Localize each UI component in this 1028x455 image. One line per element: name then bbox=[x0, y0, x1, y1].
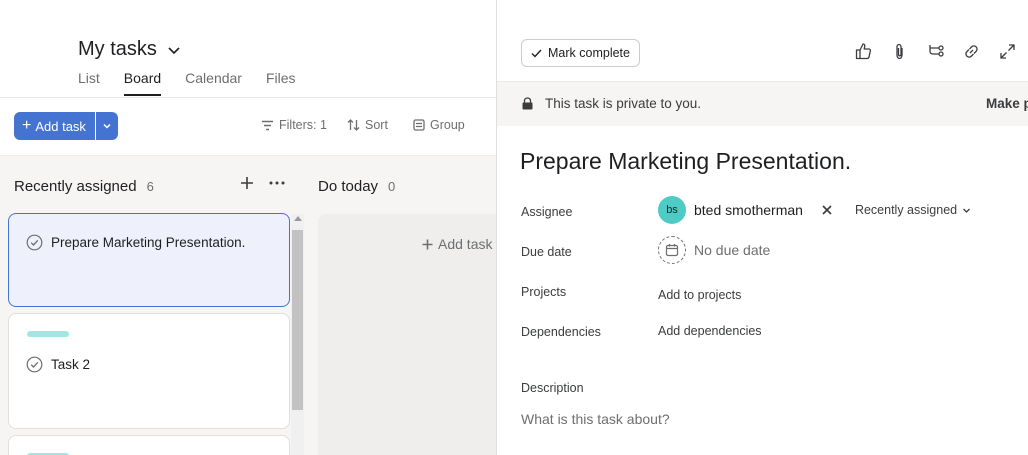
lock-icon bbox=[522, 97, 533, 110]
add-task-label: Add task bbox=[35, 118, 86, 134]
card-tag bbox=[27, 331, 69, 337]
filters-button[interactable]: Filters: 1 bbox=[261, 118, 327, 132]
column-title: Recently assigned bbox=[14, 178, 137, 195]
task-detail-pane: Mark complete This task is private to yo… bbox=[496, 0, 1028, 455]
private-notice-bar: This task is private to you. Make p bbox=[497, 82, 1028, 126]
sort-button[interactable]: Sort bbox=[347, 118, 388, 132]
column-count: 6 bbox=[146, 179, 154, 194]
due-date-label: Due date bbox=[521, 245, 572, 259]
section-dropdown-label: Recently assigned bbox=[854, 203, 958, 217]
check-circle-icon bbox=[26, 234, 43, 251]
add-task-dropdown-button[interactable] bbox=[94, 112, 118, 140]
my-tasks-pane: My tasks List Board Calendar Files + Add… bbox=[0, 0, 518, 455]
page-title: My tasks bbox=[78, 38, 157, 60]
group-button[interactable]: Group bbox=[413, 118, 465, 132]
task-card[interactable]: Task 2 bbox=[8, 313, 290, 429]
plus-icon: + bbox=[22, 117, 32, 134]
card-content: Prepare Marketing Presentation. bbox=[26, 234, 245, 251]
tab-board[interactable]: Board bbox=[123, 70, 162, 96]
app-window: My tasks List Board Calendar Files + Add… bbox=[0, 0, 1028, 455]
paperclip-icon[interactable] bbox=[890, 42, 909, 61]
mark-complete-label: Mark complete bbox=[548, 46, 630, 60]
column-actions bbox=[240, 176, 286, 195]
filters-label: Filters: 1 bbox=[279, 118, 327, 132]
remove-assignee-icon[interactable] bbox=[821, 204, 833, 216]
group-icon bbox=[413, 119, 425, 131]
dependencies-label: Dependencies bbox=[521, 325, 601, 339]
add-task-button[interactable]: + Add task bbox=[14, 112, 95, 140]
check-circle-icon bbox=[26, 356, 43, 373]
scrollbar-thumb[interactable] bbox=[292, 230, 303, 410]
description-label: Description bbox=[521, 381, 584, 395]
chevron-down-icon[interactable] bbox=[167, 43, 181, 57]
tab-list[interactable]: List bbox=[78, 70, 100, 96]
sort-label: Sort bbox=[365, 118, 388, 132]
description-input[interactable]: What is this task about? bbox=[521, 411, 670, 427]
column-count: 0 bbox=[388, 179, 396, 194]
more-options-icon[interactable] bbox=[268, 176, 286, 195]
checkmark-icon bbox=[531, 49, 542, 58]
link-icon[interactable] bbox=[962, 42, 981, 61]
sort-icon bbox=[347, 119, 360, 131]
projects-label: Projects bbox=[521, 285, 567, 299]
task-card[interactable] bbox=[8, 435, 290, 455]
private-notice-text: This task is private to you. bbox=[545, 96, 702, 111]
add-card-icon[interactable] bbox=[240, 176, 254, 195]
assignee-field[interactable]: bs bted smotherman Recently assigned bbox=[658, 196, 971, 224]
assignee-name: bted smotherman bbox=[694, 202, 803, 218]
avatar: bs bbox=[658, 196, 686, 224]
expand-icon[interactable] bbox=[998, 42, 1017, 61]
calendar-icon bbox=[658, 236, 686, 264]
card-title: Task 2 bbox=[51, 357, 91, 372]
add-task-button-group: + Add task bbox=[14, 112, 118, 140]
column-header-recently-assigned: Recently assigned 6 bbox=[14, 178, 154, 195]
add-to-projects-button[interactable]: Add to projects bbox=[658, 288, 741, 302]
scroll-up-arrow-icon[interactable] bbox=[294, 216, 302, 221]
tab-calendar[interactable]: Calendar bbox=[185, 70, 242, 96]
task-action-icons bbox=[854, 42, 1017, 61]
section-dropdown[interactable]: Recently assigned bbox=[855, 203, 971, 217]
plus-icon bbox=[422, 239, 433, 249]
thumbs-up-icon[interactable] bbox=[854, 42, 873, 61]
card-content: Task 2 bbox=[26, 356, 90, 373]
add-dependencies-button[interactable]: Add dependencies bbox=[658, 324, 762, 338]
task-title[interactable]: Prepare Marketing Presentation. bbox=[520, 148, 851, 175]
tab-files[interactable]: Files bbox=[266, 70, 296, 96]
column-title: Do today bbox=[318, 178, 379, 195]
group-label: Group bbox=[430, 118, 465, 132]
divider bbox=[0, 97, 496, 98]
view-tabs: List Board Calendar Files bbox=[78, 70, 296, 96]
card-title: Prepare Marketing Presentation. bbox=[51, 235, 246, 250]
chevron-down-icon bbox=[963, 208, 971, 213]
column-header-do-today: Do today 0 bbox=[318, 178, 395, 195]
due-date-value: No due date bbox=[694, 242, 771, 258]
subtask-icon[interactable] bbox=[926, 42, 945, 61]
page-header: My tasks bbox=[78, 38, 181, 61]
column-add-task-label: Add task bbox=[438, 236, 493, 252]
column-add-task-button[interactable]: Add task bbox=[422, 236, 492, 252]
make-public-button[interactable]: Make p bbox=[986, 96, 1028, 111]
mark-complete-button[interactable]: Mark complete bbox=[521, 39, 640, 67]
chevron-down-icon bbox=[103, 123, 111, 129]
assignee-label: Assignee bbox=[521, 205, 573, 219]
filter-icon bbox=[262, 120, 273, 130]
task-card-selected[interactable]: Prepare Marketing Presentation. bbox=[8, 213, 290, 307]
due-date-field[interactable]: No due date bbox=[658, 236, 770, 264]
